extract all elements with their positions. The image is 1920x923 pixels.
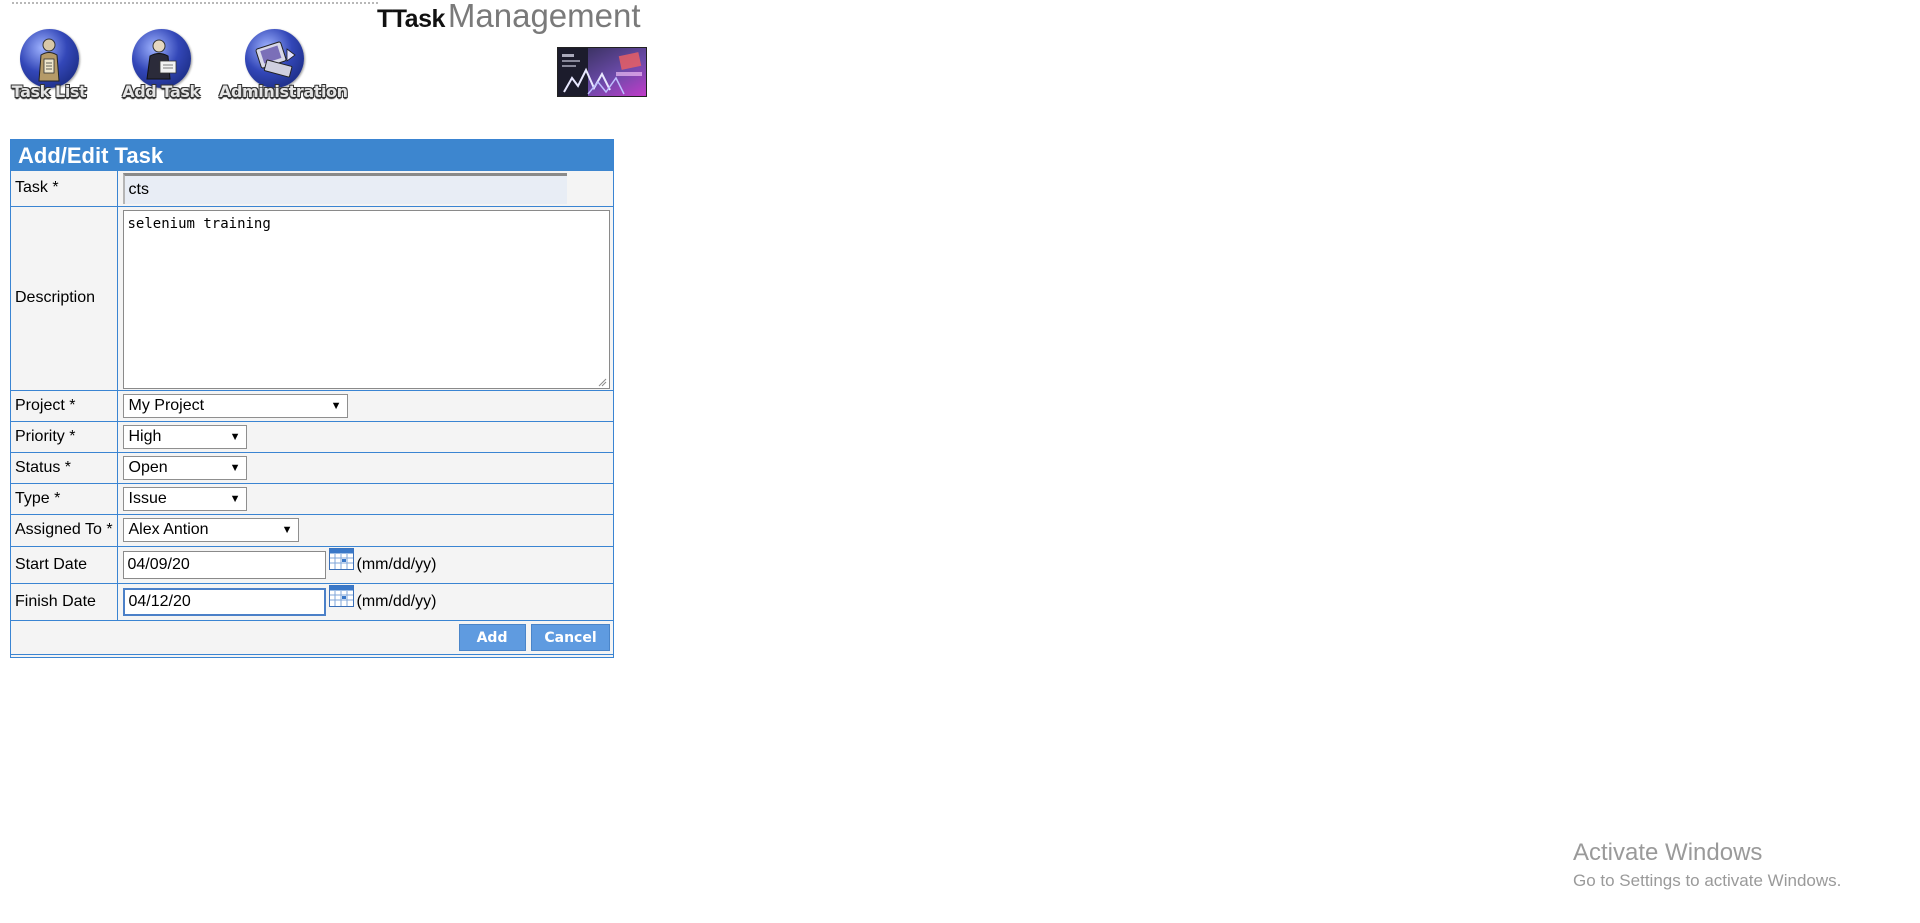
priority-label: Priority * [11,420,118,453]
finish-date-label: Finish Date [11,582,118,621]
status-select[interactable]: Open ▼ [122,455,247,480]
cancel-button[interactable]: Cancel [531,623,610,651]
project-select-value: My Project [128,396,205,414]
nav-add-task-label: Add Task [122,82,200,101]
nav-task-list[interactable]: Task List [0,28,104,108]
add-button[interactable]: Add [458,623,526,651]
calendar-icon[interactable] [328,584,354,607]
nav-administration[interactable]: Administration [219,28,348,108]
windows-activation-watermark: Activate Windows Go to Settings to activ… [1573,838,1841,894]
header-dotted-line [12,2,378,4]
priority-select[interactable]: High ▼ [122,424,247,449]
project-select[interactable]: My Project ▼ [122,393,348,418]
form-row-priority: Priority * High ▼ [11,420,613,453]
dropdown-arrow-icon: ▼ [330,399,342,412]
dropdown-arrow-icon: ▼ [229,492,241,505]
finish-date-format-hint: (mm/dd/yy) [356,592,437,610]
form-row-project: Project * My Project ▼ [11,389,613,422]
nav-add-task[interactable]: Add Task [106,28,216,108]
calendar-icon[interactable] [328,547,354,570]
assigned-to-select[interactable]: Alex Antion ▼ [122,518,299,542]
form-row-type: Type * Issue ▼ [11,482,613,515]
form-row-start-date: Start Date (mm/dd/yy) [11,545,613,584]
nav-administration-label: Administration [219,82,348,101]
watermark-title: Activate Windows [1573,839,1763,866]
task-input[interactable] [122,172,567,204]
status-label: Status * [11,451,118,484]
dropdown-arrow-icon: ▼ [229,430,241,443]
form-row-task: Task * [11,171,613,207]
priority-select-value: High [128,427,162,445]
form-row-status: Status * Open ▼ [11,451,613,484]
panel-title: Add/Edit Task [11,140,613,171]
task-label: Task * [11,171,118,207]
watermark-subtitle: Go to Settings to activate Windows. [1573,871,1842,890]
header-banner-image [557,47,647,97]
finish-date-input[interactable] [122,587,326,616]
type-select-value: Issue [128,489,167,507]
description-textarea[interactable]: selenium training [122,209,610,389]
app-logo: TTask Management [377,0,641,32]
project-label: Project * [11,389,118,422]
description-label: Description [11,205,118,391]
resize-grip-icon[interactable] [598,378,607,387]
start-date-format-hint: (mm/dd/yy) [356,555,437,573]
add-edit-task-panel: Add/Edit Task Task * Description seleniu… [10,139,614,658]
logo-text-management: Management [447,0,641,34]
task-list-icon [20,29,79,88]
dropdown-arrow-icon: ▼ [229,461,241,474]
start-date-input[interactable] [122,550,326,579]
logo-text-task: TTask [377,5,445,33]
type-label: Type * [11,482,118,515]
task-form: Task * Description selenium training Pro… [11,171,613,655]
administration-icon [245,29,304,88]
form-row-description: Description selenium training [11,205,613,391]
form-row-assigned-to: Assigned To * Alex Antion ▼ [11,513,613,547]
dropdown-arrow-icon: ▼ [281,524,293,536]
form-row-actions: Add Cancel [11,619,613,655]
form-row-finish-date: Finish Date (mm/dd/yy) [11,582,613,621]
nav-task-list-label: Task List [11,82,87,101]
type-select[interactable]: Issue ▼ [122,486,247,511]
assigned-to-label: Assigned To * [11,513,118,547]
start-date-label: Start Date [11,545,118,584]
status-select-value: Open [128,458,168,476]
add-task-icon [132,29,191,88]
assigned-to-select-value: Alex Antion [128,521,209,538]
